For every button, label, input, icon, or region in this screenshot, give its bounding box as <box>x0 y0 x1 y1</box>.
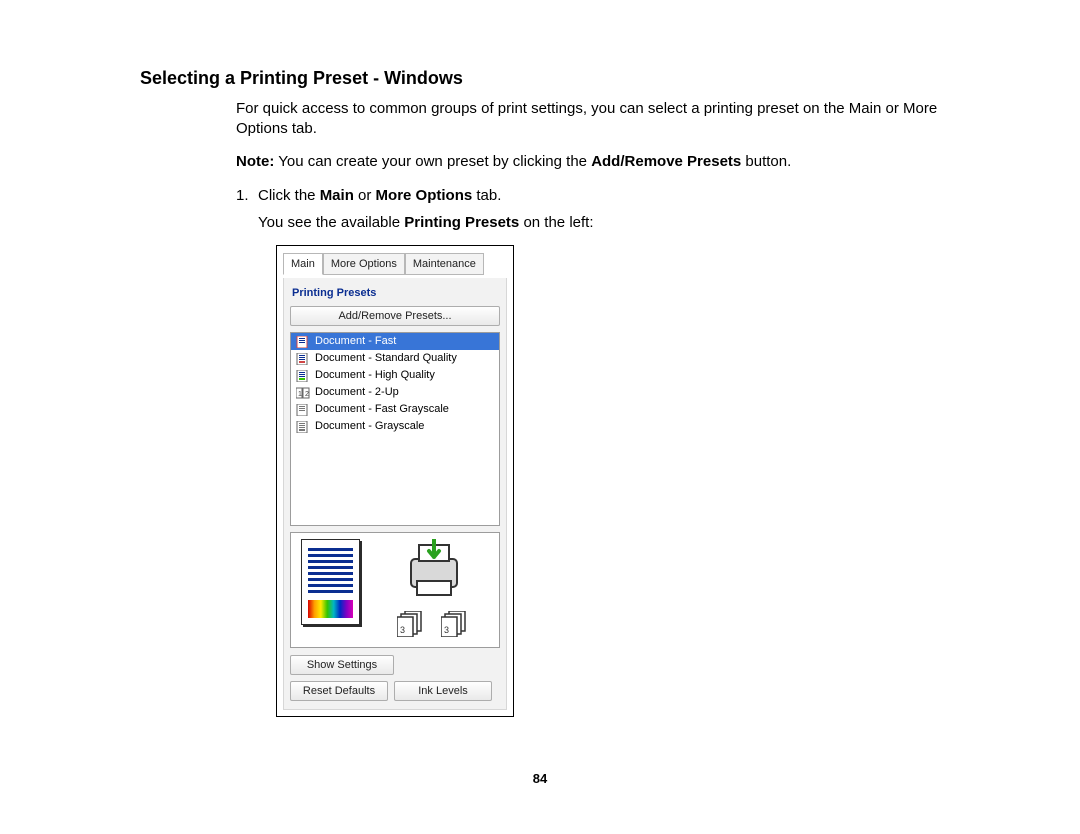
note-paragraph: Note: You can create your own preset by … <box>236 152 940 172</box>
step-number: 1. <box>236 186 258 206</box>
note-label: Note: <box>236 153 274 170</box>
step1-mid: or <box>354 187 376 204</box>
svg-text:1: 1 <box>298 391 302 398</box>
show-settings-button[interactable]: Show Settings <box>290 655 394 675</box>
note-text-a: You can create your own preset by clicki… <box>274 153 591 170</box>
main-panel: Printing Presets Add/Remove Presets... D… <box>283 278 507 710</box>
document-preview-thumb <box>301 539 360 625</box>
step1-cont-b: on the left: <box>519 214 593 231</box>
ink-levels-button[interactable]: Ink Levels <box>394 681 492 701</box>
printer-icon <box>399 539 469 603</box>
preset-label: Document - Grayscale <box>315 419 424 433</box>
preset-document-grayscale[interactable]: Document - Grayscale <box>291 418 499 435</box>
preset-label: Document - Fast Grayscale <box>315 402 449 416</box>
paper-stack-icon: 3 <box>397 611 427 637</box>
preview-box: 3 3 <box>290 532 500 648</box>
note-bold: Add/Remove Presets <box>591 153 741 170</box>
preset-label: Document - Fast <box>315 334 396 348</box>
preset-document-fast-grayscale[interactable]: Document - Fast Grayscale <box>291 401 499 418</box>
page-number: 84 <box>0 771 1080 786</box>
paper-stack-icon: 3 <box>441 611 471 637</box>
add-remove-presets-button[interactable]: Add/Remove Presets... <box>290 306 500 326</box>
step1-b1: Main <box>320 187 354 204</box>
printing-presets-label: Printing Presets <box>292 286 500 300</box>
body-block: For quick access to common groups of pri… <box>236 99 940 717</box>
document-icon <box>296 370 310 382</box>
svg-text:2: 2 <box>305 391 309 398</box>
preset-label: Document - High Quality <box>315 368 435 382</box>
reset-defaults-button[interactable]: Reset Defaults <box>290 681 388 701</box>
tab-maintenance[interactable]: Maintenance <box>405 253 484 275</box>
step1-b2: More Options <box>376 187 473 204</box>
tab-more-options[interactable]: More Options <box>323 253 405 275</box>
step1-cont-bold: Printing Presets <box>404 214 519 231</box>
svg-text:3: 3 <box>400 625 405 635</box>
step-1: 1. Click the Main or More Options tab. <box>236 186 940 206</box>
svg-text:3: 3 <box>444 625 449 635</box>
preset-document-2-up[interactable]: 12 Document - 2-Up <box>291 384 499 401</box>
preset-label: Document - 2-Up <box>315 385 399 399</box>
step1-c: tab. <box>472 187 501 204</box>
preset-document-fast[interactable]: Document - Fast <box>291 333 499 350</box>
tab-main[interactable]: Main <box>283 253 323 275</box>
step1-cont-a: You see the available <box>258 214 404 231</box>
step-text: Click the Main or More Options tab. <box>258 186 940 206</box>
preset-label: Document - Standard Quality <box>315 351 457 365</box>
document-icon <box>296 353 310 365</box>
document-gray-icon <box>296 404 310 416</box>
document-icon <box>296 336 310 348</box>
screenshot-panel: Main More Options Maintenance Printing P… <box>276 245 514 718</box>
preset-listbox[interactable]: Document - Fast Document - Standard Qual… <box>290 332 500 526</box>
step1-a: Click the <box>258 187 320 204</box>
step-1-continuation: You see the available Printing Presets o… <box>258 213 940 233</box>
preset-document-high-quality[interactable]: Document - High Quality <box>291 367 499 384</box>
tab-strip: Main More Options Maintenance <box>283 252 507 274</box>
page-heading: Selecting a Printing Preset - Windows <box>140 68 940 89</box>
preset-document-standard-quality[interactable]: Document - Standard Quality <box>291 350 499 367</box>
two-up-icon: 12 <box>296 387 310 399</box>
intro-paragraph: For quick access to common groups of pri… <box>236 99 940 138</box>
document-gray-icon <box>296 421 310 433</box>
note-text-b: button. <box>741 153 791 170</box>
document-page: Selecting a Printing Preset - Windows Fo… <box>0 0 1080 834</box>
